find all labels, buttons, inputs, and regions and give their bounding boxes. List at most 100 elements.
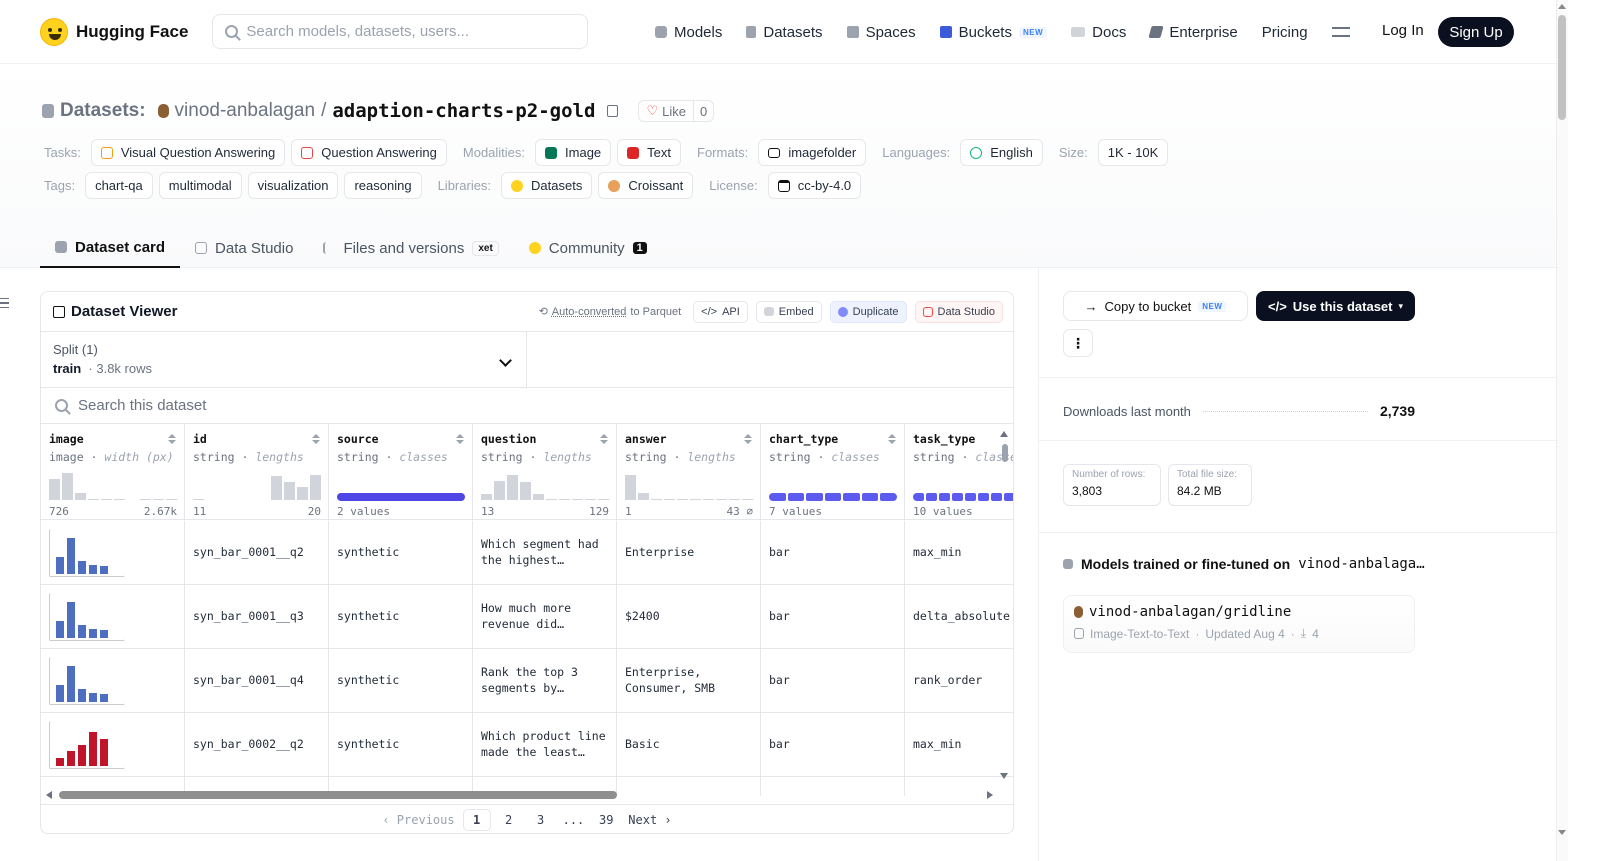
copy-icon[interactable] xyxy=(607,105,619,117)
cell-question[interactable]: Which product line made the least… xyxy=(473,713,617,777)
cell-id[interactable]: syn_bar_0001__q4 xyxy=(185,649,329,713)
page-1-button[interactable]: 1 xyxy=(462,808,491,831)
cell-image[interactable] xyxy=(41,649,185,713)
cell-source[interactable]: synthetic xyxy=(329,713,473,777)
column-header-chart-type[interactable]: chart_type string · classes 7 values xyxy=(761,424,905,520)
cell-chart-type[interactable]: bar xyxy=(761,713,905,777)
tab-data-studio[interactable]: Data Studio xyxy=(180,228,308,268)
scroll-down-icon[interactable] xyxy=(1000,773,1008,779)
column-header-id[interactable]: id string · lengths 11 20 xyxy=(185,424,329,520)
cell-task-type[interactable]: max_min xyxy=(905,521,1013,585)
duplicate-button[interactable]: Duplicate xyxy=(829,300,907,323)
column-class-bar[interactable] xyxy=(769,493,897,501)
column-histogram[interactable] xyxy=(193,470,321,500)
tag-multimodal[interactable]: multimodal xyxy=(158,172,242,199)
nav-models[interactable]: Models xyxy=(655,24,722,41)
format-tag-imagefolder[interactable]: imagefolder xyxy=(758,139,867,166)
column-header-answer[interactable]: answer string · lengths 1 43 ⌀ xyxy=(617,424,761,520)
column-class-bar[interactable] xyxy=(913,493,1013,501)
cell-chart-type[interactable]: bar xyxy=(761,649,905,713)
scroll-right-icon[interactable] xyxy=(987,791,993,799)
cell-answer[interactable]: Enterprise, Consumer, SMB xyxy=(617,649,761,713)
sidebar-toggle-icon[interactable] xyxy=(0,298,9,308)
page-scroll-up-icon[interactable] xyxy=(1558,4,1566,9)
cell-chart-type[interactable]: bar xyxy=(761,521,905,585)
cell-answer[interactable]: Basic xyxy=(617,713,761,777)
data-studio-button[interactable]: Data Studio xyxy=(914,300,1003,323)
column-class-bar[interactable] xyxy=(337,493,465,501)
column-histogram[interactable] xyxy=(481,470,609,500)
cell-answer[interactable]: Enterprise xyxy=(617,521,761,585)
breadcrumb-owner[interactable]: vinod-anbalagan xyxy=(175,100,316,122)
sort-icon[interactable] xyxy=(744,434,752,444)
cell-source[interactable]: synthetic xyxy=(329,521,473,585)
cell-question[interactable]: How much more revenue did… xyxy=(473,585,617,649)
page-scroll-down-icon[interactable] xyxy=(1558,830,1566,835)
task-tag-vqa[interactable]: Visual Question Answering xyxy=(90,139,286,166)
cell-chart-type[interactable]: bar xyxy=(761,585,905,649)
more-options-button[interactable]: ⋮ xyxy=(1063,329,1093,357)
nav-buckets[interactable]: Buckets NEW xyxy=(939,24,1048,41)
dataset-name[interactable]: adaption-charts-p2-gold xyxy=(332,100,595,122)
library-tag-croissant[interactable]: Croissant xyxy=(598,172,694,199)
cell-source[interactable]: synthetic xyxy=(329,585,473,649)
cell-id[interactable]: syn_bar_0001__q3 xyxy=(185,585,329,649)
tag-chart-qa[interactable]: chart-qa xyxy=(85,172,153,199)
column-header-question[interactable]: question string · lengths 13 129 xyxy=(473,424,617,520)
tag-reasoning[interactable]: reasoning xyxy=(344,172,422,199)
cell-image[interactable] xyxy=(41,585,185,649)
brand-logo[interactable]: Hugging Face xyxy=(40,17,188,46)
page-2-button[interactable]: 2 xyxy=(495,809,523,831)
modality-tag-text[interactable]: Text xyxy=(617,139,682,166)
vertical-scrollbar[interactable] xyxy=(1002,444,1008,462)
table-row[interactable]: syn_bar_0001__q2 synthetic Which segment h… xyxy=(41,521,1013,585)
global-search-input[interactable]: Search models, datasets, users... xyxy=(212,14,589,49)
cell-id[interactable]: syn_bar_0001__q2 xyxy=(185,521,329,585)
page-39-button[interactable]: 39 xyxy=(592,809,620,831)
sort-icon[interactable] xyxy=(888,434,896,444)
size-tag[interactable]: 1K - 10K xyxy=(1097,139,1169,166)
library-tag-datasets[interactable]: Datasets xyxy=(501,172,593,199)
page-3-button[interactable]: 3 xyxy=(527,809,555,831)
cell-image[interactable] xyxy=(41,713,185,777)
column-header-source[interactable]: source string · classes 2 values xyxy=(329,424,473,520)
license-tag[interactable]: cc-by-4.0 xyxy=(767,172,862,199)
tag-visualization[interactable]: visualization xyxy=(247,172,339,199)
scroll-up-icon[interactable] xyxy=(1000,431,1008,437)
chart-thumbnail[interactable] xyxy=(49,721,125,769)
next-page-button[interactable]: Next › xyxy=(624,809,675,831)
cell-task-type[interactable]: rank_order xyxy=(905,649,1013,713)
use-this-dataset-button[interactable]: </> Use this dataset ▾ xyxy=(1256,291,1415,321)
sort-icon[interactable] xyxy=(168,434,176,444)
cell-question[interactable]: Rank the top 3 segments by… xyxy=(473,649,617,713)
modality-tag-image[interactable]: Image xyxy=(535,139,612,166)
dataset-search-input[interactable]: Search this dataset xyxy=(41,388,1013,424)
chart-thumbnail[interactable] xyxy=(49,593,125,641)
table-row[interactable]: syn_bar_0001__q4 synthetic Rank the top 3 … xyxy=(41,649,1013,713)
column-header-task-type[interactable]: task_type string · classes 10 values xyxy=(905,424,1013,520)
split-dropdown[interactable]: Split (1) train · 3.8k rows xyxy=(41,332,527,387)
cell-source[interactable]: synthetic xyxy=(329,649,473,713)
cell-image[interactable] xyxy=(41,521,185,585)
tab-files-and-versions[interactable]: Files and versions xet xyxy=(308,228,513,268)
copy-to-bucket-button[interactable]: → Copy to bucket NEW xyxy=(1063,291,1248,321)
signup-button[interactable]: Sign Up xyxy=(1438,17,1514,47)
nav-docs[interactable]: Docs xyxy=(1071,24,1126,41)
cell-answer[interactable]: $2400 xyxy=(617,585,761,649)
scroll-left-icon[interactable] xyxy=(46,791,52,799)
model-card[interactable]: vinod-anbalagan/gridline Image-Text-to-T… xyxy=(1063,595,1415,653)
cell-task-type[interactable]: delta_absolute xyxy=(905,585,1013,649)
task-tag-qa[interactable]: Question Answering xyxy=(291,139,447,166)
auto-converted-link[interactable]: Auto-converted xyxy=(552,306,627,318)
nav-spaces[interactable]: Spaces xyxy=(846,24,916,41)
column-histogram[interactable] xyxy=(625,470,753,500)
cell-task-type[interactable]: max_min xyxy=(905,713,1013,777)
chart-thumbnail[interactable] xyxy=(49,529,125,577)
column-histogram[interactable] xyxy=(49,470,177,500)
previous-page-button[interactable]: ‹ Previous xyxy=(378,809,458,831)
like-button[interactable]: ♡ Like 0 xyxy=(638,100,715,122)
page-scrollbar[interactable] xyxy=(1558,15,1566,120)
language-tag-english[interactable]: English xyxy=(960,139,1043,166)
nav-pricing[interactable]: Pricing xyxy=(1262,24,1308,41)
chart-thumbnail[interactable] xyxy=(49,657,125,705)
